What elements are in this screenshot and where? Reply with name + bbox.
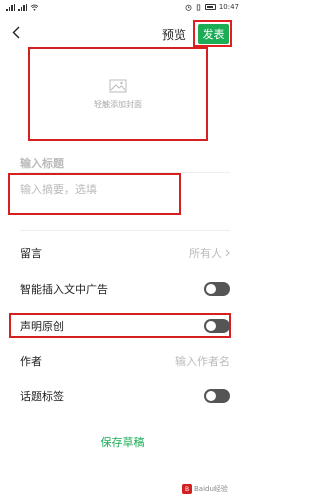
status-time: 10:47 [218,3,239,11]
comments-label: 留言 [20,247,42,260]
alarm-icon [185,4,192,11]
status-right: 10:47 [185,3,239,11]
comments-row[interactable]: 留言 所有人 [20,241,230,265]
toggle-knob [206,391,216,401]
chevron-right-icon [225,249,230,257]
vibrate-icon [196,4,200,10]
author-input[interactable]: 输入作者名 [175,353,230,369]
declare-original-toggle[interactable] [204,319,230,333]
author-row: 作者 输入作者名 [20,349,230,373]
watermark-text: Baidu经验 [194,485,228,493]
baidu-logo-icon: B [182,484,192,494]
top-bar: 预览 发表 [0,18,245,48]
toggle-knob [206,321,216,331]
toggle-knob [206,284,216,294]
smart-ads-label: 智能插入文中广告 [20,283,108,296]
summary-input[interactable]: 输入摘要，选填 [20,181,97,197]
smart-ads-toggle[interactable] [204,282,230,296]
section-divider [20,230,230,231]
author-label: 作者 [20,355,42,368]
signal-icon [6,3,15,11]
smart-ads-row: 智能插入文中广告 [20,277,230,301]
cover-placeholder: 轻触添加封面 [94,99,142,109]
comments-value-group: 所有人 [189,245,230,261]
signal-icon-2 [18,3,27,11]
title-input[interactable]: 输入标题 [20,155,64,171]
battery-icon [204,4,216,10]
topic-tags-label: 话题标签 [20,390,64,403]
status-left [6,3,39,11]
declare-original-label: 声明原创 [20,320,64,333]
status-bar: 10:47 [0,0,245,14]
back-arrow-icon[interactable] [8,22,24,42]
comments-value: 所有人 [189,247,222,260]
save-draft-button[interactable]: 保存草稿 [0,434,245,450]
declare-original-row: 声明原创 [20,314,230,338]
topic-tags-row: 话题标签 [20,384,230,408]
wifi-icon [30,3,39,11]
topic-tags-toggle[interactable] [204,389,230,403]
publish-button[interactable]: 发表 [198,24,229,44]
watermark: B Baidu经验 [182,484,228,494]
preview-button[interactable]: 预览 [162,26,186,43]
add-cover-area[interactable]: 轻触添加封面 [30,49,206,139]
image-icon [109,79,127,92]
